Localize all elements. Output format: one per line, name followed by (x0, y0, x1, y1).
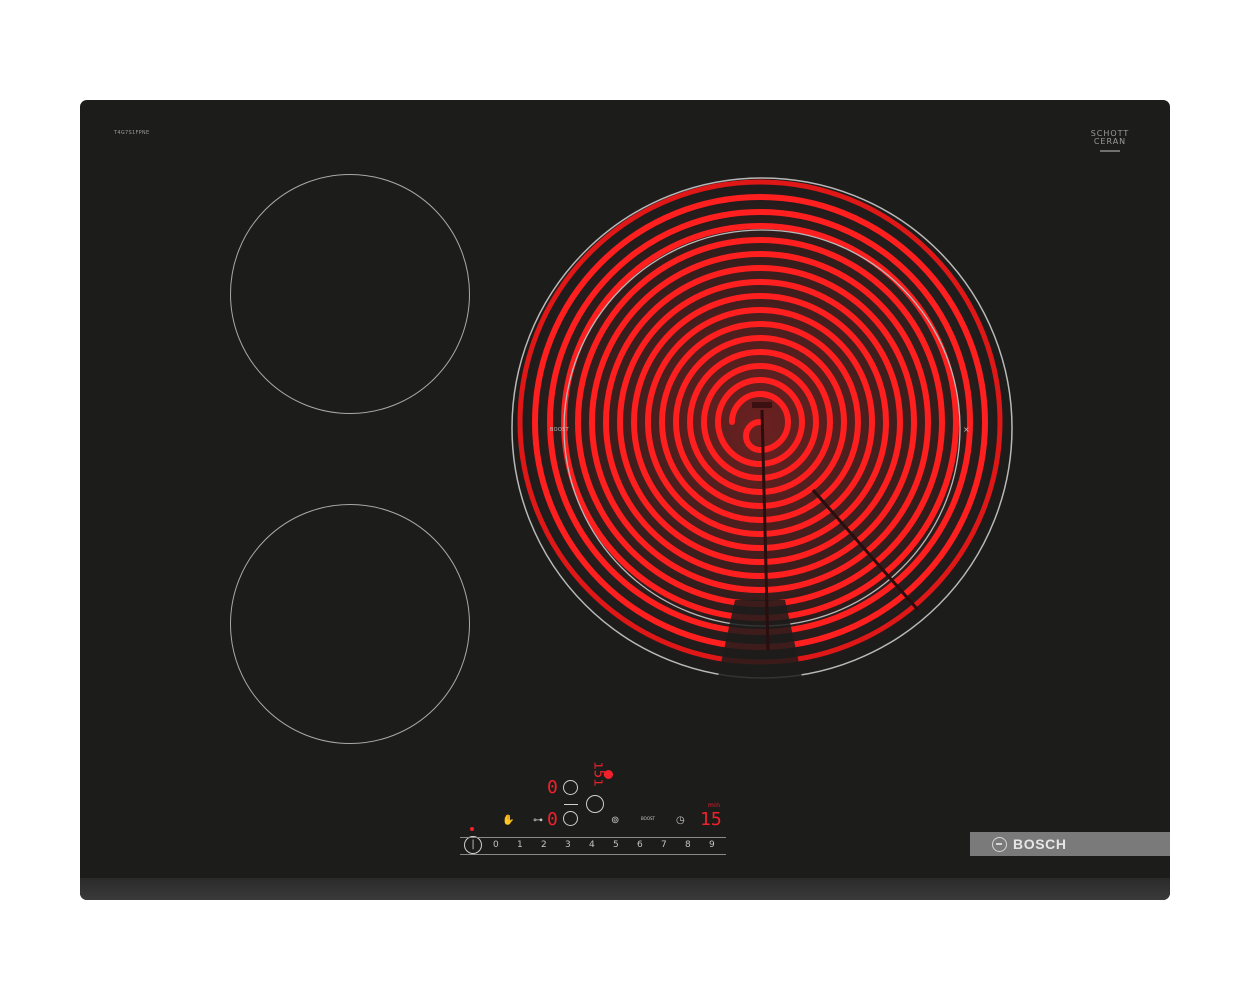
slider-level-5[interactable]: 5 (613, 840, 619, 850)
power-indicator-dot (470, 827, 474, 831)
schott-ceran-logo: SCHOTT CERAN (1080, 130, 1140, 152)
boost-zone-label: BOOST (550, 427, 569, 433)
timer-display: 15 (700, 809, 722, 830)
indicator-dot (604, 770, 613, 779)
hand-icon[interactable]: ✋ (502, 816, 514, 826)
divider-line (564, 804, 578, 805)
slider-level-8[interactable]: 8 (685, 840, 691, 850)
boost-label: BOOST (641, 816, 655, 821)
zone-select-button-front[interactable] (563, 811, 578, 826)
cooking-zone-front-left (230, 504, 470, 744)
slider-level-0[interactable]: 0 (493, 840, 499, 850)
slider-level-9[interactable]: 9 (709, 840, 715, 850)
model-code: T4G7S1FPNE (114, 130, 150, 136)
slider-level-7[interactable]: 7 (661, 840, 667, 850)
zone-marker-icon: × (963, 425, 971, 434)
timer-icon[interactable]: ◷ (676, 816, 685, 826)
bosch-logo-icon (992, 836, 1007, 852)
cooking-zone-rear-left (230, 174, 470, 414)
rod-head (752, 402, 772, 408)
hob-front-edge (80, 878, 1170, 900)
display-zone-bottom-left: 0 (547, 809, 558, 830)
cooking-zone-right-glowing (510, 175, 1013, 690)
boost-button[interactable]: BOOST (641, 814, 655, 824)
timer-unit: min (708, 802, 721, 809)
zone-select-button-right[interactable] (586, 795, 604, 813)
slider-level-2[interactable]: 2 (541, 840, 547, 850)
bosch-brand-bar: BOSCH (970, 832, 1170, 856)
ceramic-hob: T4G7S1FPNE SCHOTT CERAN BOOST × 0 ı5ı ✋ … (80, 100, 1170, 900)
ceran-text: CERAN (1093, 137, 1127, 146)
slider-level-6[interactable]: 6 (637, 840, 643, 850)
slider-level-1[interactable]: 1 (517, 840, 523, 850)
key-lock-icon[interactable]: ⊶ (533, 816, 543, 826)
display-zone-top-left: 0 (547, 777, 558, 798)
logo-underline (1100, 150, 1120, 152)
heating-coils (517, 179, 1003, 665)
zone-select-button-rear[interactable] (563, 780, 578, 795)
slider-level-4[interactable]: 4 (589, 840, 595, 850)
wipe-protect-icon[interactable]: ⊚ (611, 816, 619, 826)
brand-name: BOSCH (1013, 836, 1067, 852)
slider-level-3[interactable]: 3 (565, 840, 571, 850)
